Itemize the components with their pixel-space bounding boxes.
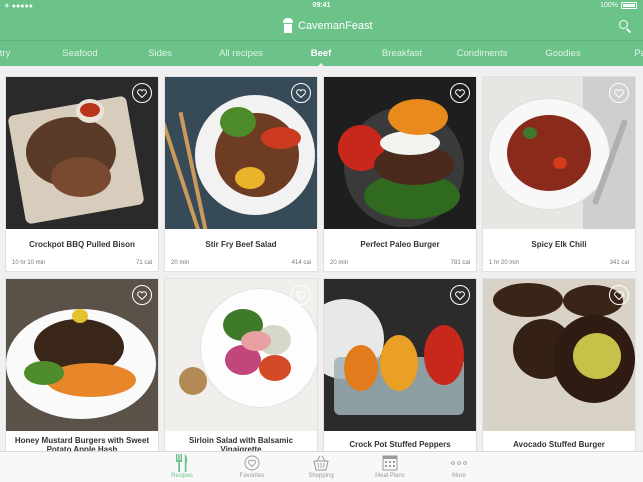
recipe-card[interactable]: Crockpot BBQ Pulled Bison 10 hr 10 min 7… [5, 76, 159, 272]
calendar-icon [360, 454, 420, 472]
tab-recipes[interactable]: Recipes [152, 454, 212, 479]
heart-icon [614, 89, 624, 98]
basket-icon [291, 454, 351, 472]
heart-icon [222, 454, 282, 472]
recipe-card[interactable]: Sirloin Salad with Balsamic Vinaigrette [164, 278, 318, 451]
recipe-calories: 781 cal [450, 260, 470, 266]
recipe-title: Spicy Elk Chili [531, 240, 587, 249]
tab-goodies[interactable]: Goodies [545, 41, 580, 66]
recipe-title: Perfect Paleo Burger [360, 240, 440, 249]
favorite-button[interactable] [450, 83, 470, 103]
tab-label: Favorites [239, 473, 265, 479]
tab-more[interactable]: More [429, 454, 489, 479]
recipe-time: 20 min [171, 260, 190, 266]
search-button[interactable] [617, 18, 633, 34]
caveman-logo-icon [282, 18, 294, 34]
tab-label: Meal Plans [375, 473, 405, 479]
recipe-card[interactable]: Honey Mustard Burgers with Sweet Potato … [5, 278, 159, 451]
heart-icon [296, 291, 306, 300]
recipe-title: Honey Mustard Burgers with Sweet Potato … [14, 436, 150, 451]
recipe-calories: 341 cal [609, 260, 629, 266]
favorite-button[interactable] [609, 285, 629, 305]
heart-icon [455, 291, 465, 300]
heart-icon [296, 89, 306, 98]
app-logo: CavemanFeast [282, 18, 373, 34]
recipe-grid: Crockpot BBQ Pulled Bison 10 hr 10 min 7… [0, 66, 643, 451]
recipe-title: Sirloin Salad with Balsamic Vinaigrette [188, 436, 294, 451]
tab-sides[interactable]: Sides [148, 41, 172, 66]
status-bar: ✈ ●●●●● 09:41 100% [0, 0, 643, 14]
recipe-calories: 71 cal [135, 260, 152, 266]
status-time: 09:41 [312, 2, 331, 9]
more-dots-icon [429, 454, 489, 472]
recipe-calories: 414 cal [291, 260, 311, 266]
bottom-tab-bar: Recipes Favorites Shopping Meal Plans Mo… [0, 451, 643, 482]
tab-shopping[interactable]: Shopping [291, 454, 351, 479]
heart-icon [455, 89, 465, 98]
tab-all-recipes[interactable]: All recipes [219, 41, 263, 66]
category-tabs: ltry Seafood Sides All recipes Beef Brea… [0, 40, 643, 66]
tab-favorites[interactable]: Favorites [222, 454, 282, 479]
favorite-button[interactable] [291, 83, 311, 103]
tab-seafood[interactable]: Seafood [62, 41, 97, 66]
tab-label: Recipes [171, 473, 193, 479]
recipe-time: 1 hr 20 min [489, 260, 520, 266]
app-name: CavemanFeast [298, 20, 373, 32]
heart-icon [137, 89, 147, 98]
tab-poultry[interactable]: ltry [0, 41, 10, 66]
tab-label: More [452, 473, 466, 479]
fork-knife-icon [152, 454, 212, 472]
tab-paleo[interactable]: Pa [634, 41, 643, 66]
favorite-button[interactable] [609, 83, 629, 103]
recipe-title: Stir Fry Beef Salad [205, 240, 277, 249]
recipe-title: Crockpot BBQ Pulled Bison [29, 240, 135, 249]
recipe-card[interactable]: Crock Pot Stuffed Peppers [323, 278, 477, 451]
battery-percent: 100% [600, 2, 618, 9]
heart-icon [614, 291, 624, 300]
recipe-time: 20 min [330, 260, 349, 266]
favorite-button[interactable] [132, 285, 152, 305]
recipe-card[interactable]: Spicy Elk Chili 1 hr 20 min 341 cal [482, 76, 636, 272]
favorite-button[interactable] [132, 83, 152, 103]
tab-breakfast[interactable]: Breakfast [382, 41, 422, 66]
tab-label: Shopping [308, 473, 334, 479]
tab-meal-plans[interactable]: Meal Plans [360, 454, 420, 479]
recipe-card[interactable]: Avocado Stuffed Burger [482, 278, 636, 451]
battery-icon [621, 2, 637, 9]
favorite-button[interactable] [291, 285, 311, 305]
recipe-card[interactable]: Perfect Paleo Burger 20 min 781 cal [323, 76, 477, 272]
heart-icon [137, 291, 147, 300]
favorite-button[interactable] [450, 285, 470, 305]
recipe-title: Avocado Stuffed Burger [513, 440, 605, 449]
recipe-time: 10 hr 10 min [12, 260, 46, 266]
recipe-card[interactable]: Stir Fry Beef Salad 20 min 414 cal [164, 76, 318, 272]
recipe-title: Crock Pot Stuffed Peppers [349, 440, 451, 449]
tab-condiments[interactable]: Condiments [457, 41, 508, 66]
app-header: CavemanFeast [0, 14, 643, 40]
battery-indicator: 100% [600, 2, 637, 9]
